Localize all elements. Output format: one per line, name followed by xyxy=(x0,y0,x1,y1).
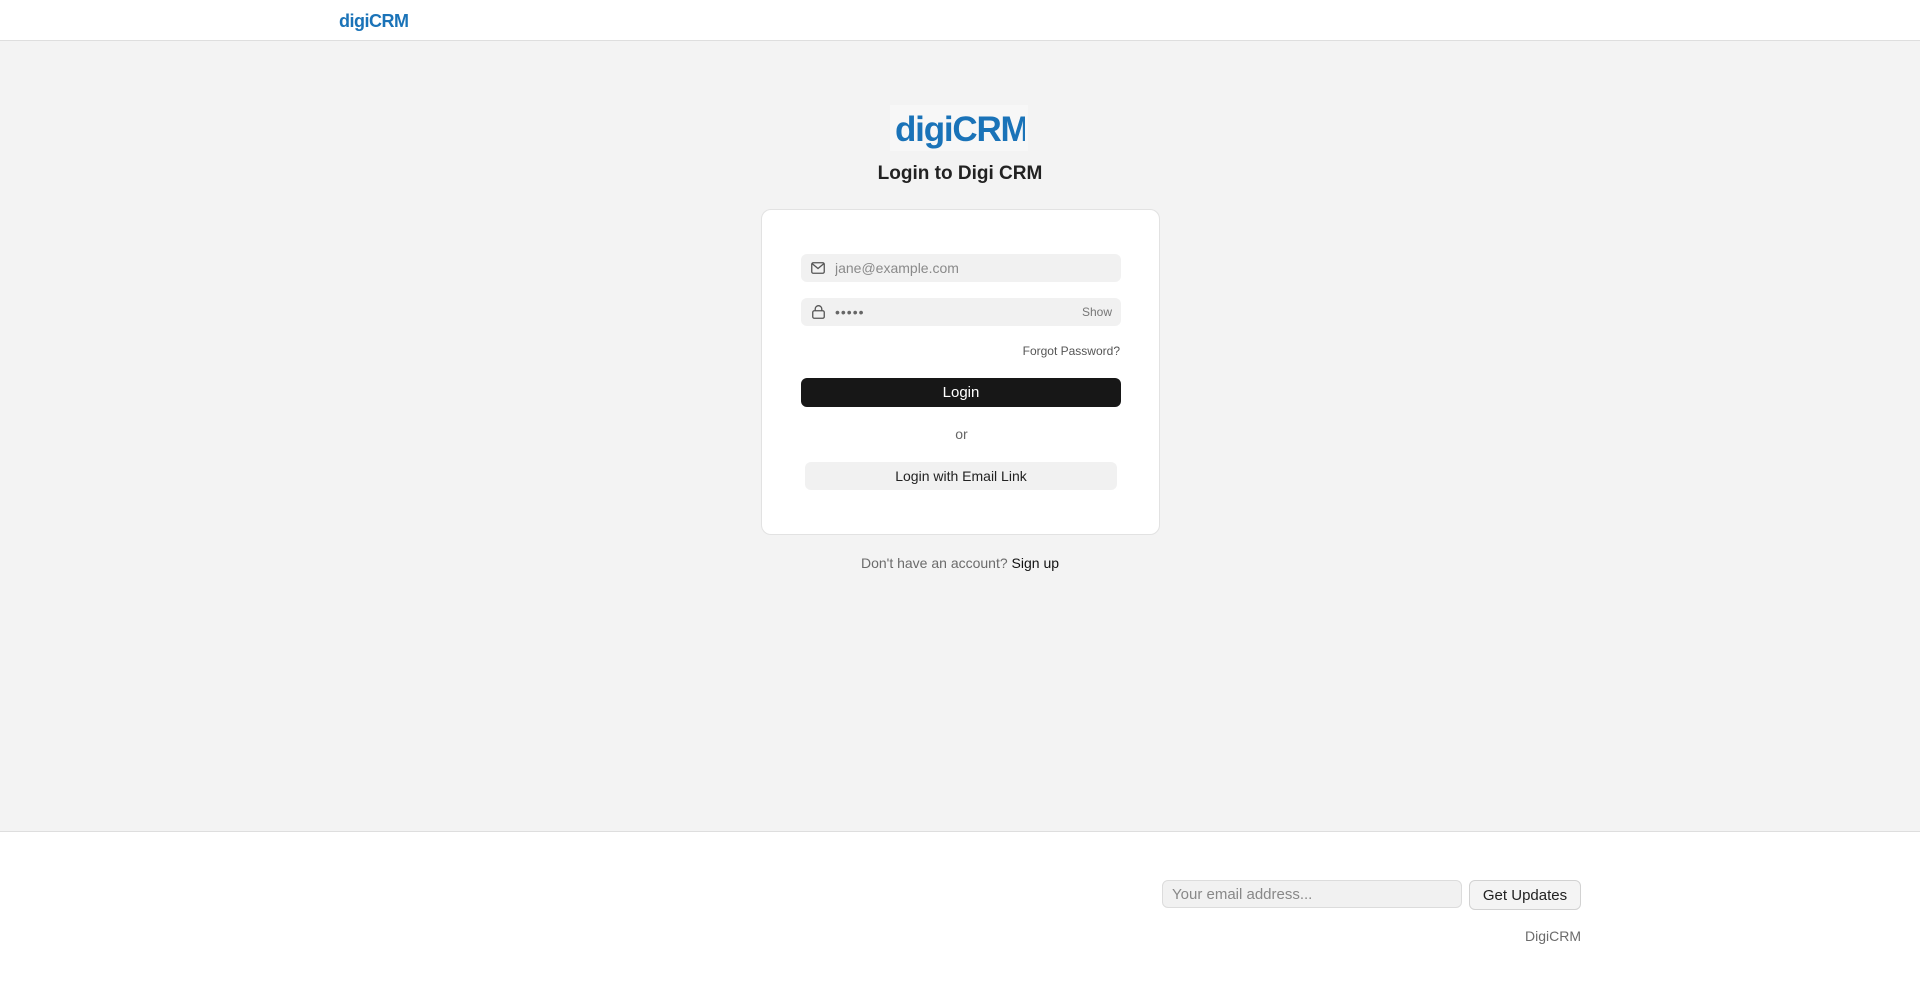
footer: Get Updates DigiCRM xyxy=(0,831,1920,993)
svg-text:digiCRM: digiCRM xyxy=(895,110,1025,149)
email-field[interactable] xyxy=(801,254,1121,282)
get-updates-button[interactable]: Get Updates xyxy=(1469,880,1581,910)
signup-prompt-text: Don't have an account? xyxy=(860,555,1008,571)
footer-brand: DigiCRM xyxy=(1525,928,1581,944)
lock-icon xyxy=(810,304,826,320)
signup-prompt: Don't have an account? Sign up xyxy=(0,555,1920,571)
login-card: ••••• Show Forgot Password? Login or Log… xyxy=(761,209,1160,535)
page-title: Login to Digi CRM xyxy=(877,163,1043,184)
signup-link[interactable]: Sign up xyxy=(1012,555,1059,571)
forgot-password-link[interactable]: Forgot Password? xyxy=(1023,344,1120,358)
password-field[interactable]: ••••• Show xyxy=(801,298,1121,326)
top-navbar: digiCRM xyxy=(0,0,1920,41)
password-input[interactable]: ••••• xyxy=(835,304,1082,320)
main-content: digiCRM Login to Digi CRM ••••• Show For… xyxy=(0,41,1920,831)
email-input[interactable] xyxy=(835,254,1121,282)
mail-icon xyxy=(810,260,826,276)
or-divider: or xyxy=(955,426,968,442)
navbar-logo[interactable]: digiCRM xyxy=(339,10,411,32)
digicrm-logo-icon: digiCRM xyxy=(339,11,409,31)
login-button[interactable]: Login xyxy=(801,378,1121,407)
svg-text:digiCRM: digiCRM xyxy=(339,11,408,31)
brand-logo: digiCRM xyxy=(890,105,1028,151)
newsletter-email-input[interactable] xyxy=(1162,880,1462,908)
digicrm-large-logo-icon: digiCRM xyxy=(895,110,1025,149)
login-with-email-link-button[interactable]: Login with Email Link xyxy=(805,462,1117,490)
show-password-toggle[interactable]: Show xyxy=(1082,305,1112,319)
